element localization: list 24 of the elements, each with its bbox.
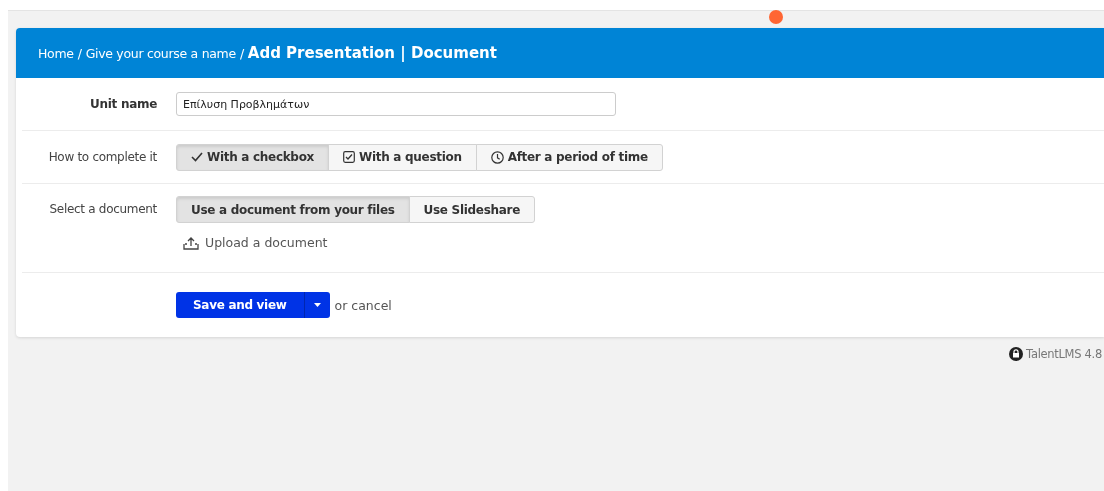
completion-option[interactable]: With a question xyxy=(328,143,477,171)
save-button[interactable]: Save and view xyxy=(176,292,330,318)
unit-name-field[interactable]: Επίλυση Προβλημάτων xyxy=(176,92,616,116)
breadcrumb-link[interactable]: Give your course a name xyxy=(85,45,236,61)
field-label: Select a document xyxy=(48,201,157,216)
document-source-option[interactable]: Use Slideshare xyxy=(408,196,536,223)
page-title: Add Presentation | Document xyxy=(247,44,497,62)
breadcrumb-separator: / xyxy=(239,45,244,61)
breadcrumb-separator: / xyxy=(77,45,82,61)
upload-icon xyxy=(183,235,199,250)
completion-option[interactable]: After a period of time xyxy=(475,143,663,171)
breadcrumb-link[interactable]: Home xyxy=(38,45,74,61)
caret-icon xyxy=(313,303,321,307)
clock-icon xyxy=(490,150,504,164)
document-source-option[interactable]: Use a document from your files xyxy=(176,196,410,223)
completion-option[interactable]: With a checkbox xyxy=(176,143,330,171)
check-icon xyxy=(191,152,203,162)
field-label: Unit name xyxy=(89,97,157,111)
checkbox-icon xyxy=(343,151,356,163)
version-text: TalentLMS 4.8 xyxy=(1026,347,1102,361)
lock-icon xyxy=(1009,347,1024,361)
cancel-link[interactable]: or cancel xyxy=(334,297,392,313)
field-label: How to complete it xyxy=(47,150,157,164)
upload-link[interactable]: Upload a document xyxy=(183,235,328,250)
